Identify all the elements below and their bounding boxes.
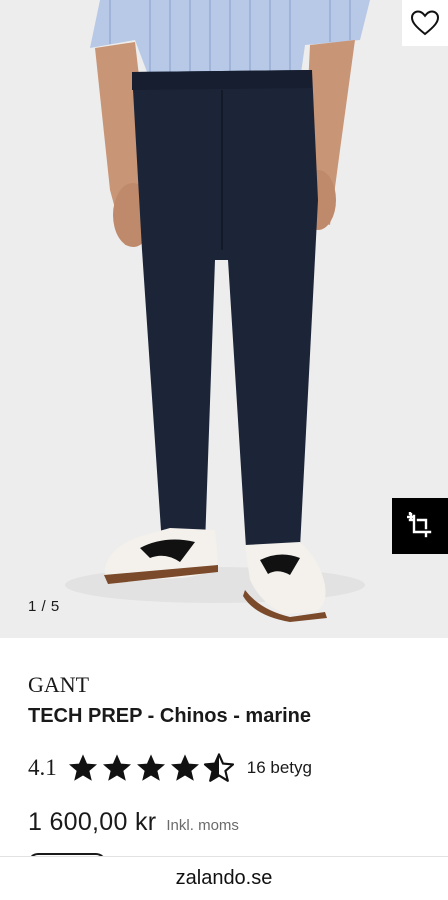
image-counter: 1 / 5 — [28, 598, 60, 615]
star-full-icon — [68, 754, 97, 781]
try-on-button[interactable] — [392, 498, 448, 554]
star-full-icon — [170, 754, 199, 781]
star-full-icon — [102, 754, 131, 781]
product-photo — [0, 0, 448, 638]
product-info: GANT TECH PREP - Chinos - marine — [28, 672, 428, 728]
url-text: zalando.se — [175, 867, 273, 889]
heart-outline-icon — [410, 10, 440, 36]
product-title: TECH PREP - Chinos - marine — [28, 705, 312, 727]
price-tax-note: Inkl. moms — [166, 817, 239, 834]
browser-address-bar[interactable]: zalando.se — [0, 856, 448, 900]
crop-plus-icon — [407, 512, 432, 538]
product-image-gallery[interactable]: 1 / 5 — [0, 0, 448, 638]
rating-stars — [67, 752, 237, 784]
rating-count: 16 betyg — [246, 758, 312, 777]
rating-value: 4.1 — [28, 755, 57, 780]
star-half-icon — [203, 753, 234, 782]
wishlist-button[interactable] — [402, 0, 448, 46]
brand-name[interactable]: GANT — [28, 672, 428, 698]
price-row: 1 600,00 kr Inkl. moms — [28, 808, 239, 837]
star-full-icon — [136, 754, 165, 781]
rating-row[interactable]: 4.1 16 betyg — [28, 752, 312, 784]
price: 1 600,00 kr — [28, 808, 157, 836]
